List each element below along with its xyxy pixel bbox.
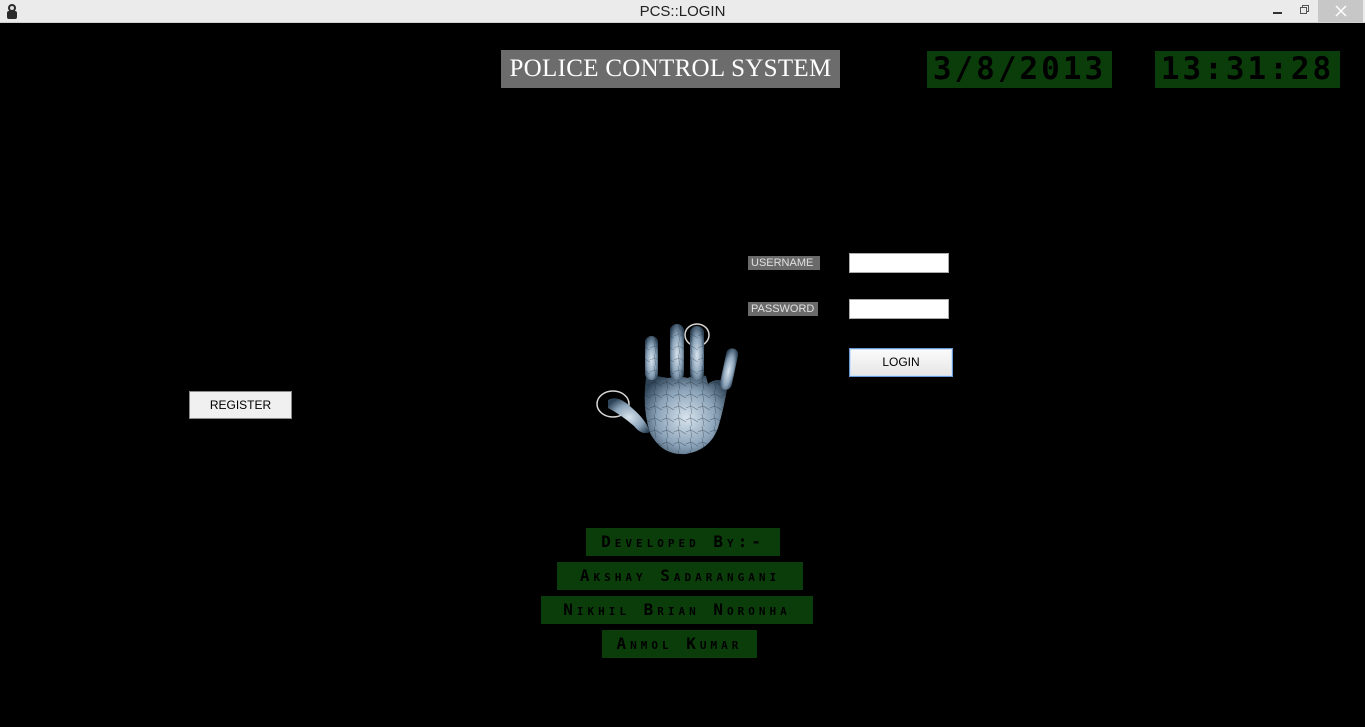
developer-name: Akshay Sadarangani: [557, 562, 803, 590]
close-button[interactable]: [1318, 0, 1363, 22]
page-title: POLICE CONTROL SYSTEM: [501, 50, 840, 88]
register-button[interactable]: REGISTER: [189, 391, 292, 419]
window-title: PCS::LOGIN: [639, 3, 726, 20]
password-input[interactable]: [849, 299, 949, 319]
password-label: PASSWORD: [748, 302, 818, 316]
time-display: 13:31:28: [1155, 51, 1340, 88]
login-window: PCS::LOGIN POLICE CONTROL SYSTEM 3/8/201…: [0, 0, 1365, 727]
title-bar: PCS::LOGIN: [0, 0, 1365, 23]
username-input[interactable]: [849, 253, 949, 273]
restore-button[interactable]: [1292, 0, 1318, 22]
minimize-button[interactable]: [1264, 0, 1292, 22]
handprint-icon: [590, 318, 760, 463]
username-label: USERNAME: [748, 256, 820, 270]
developer-name: Nikhil Brian Noronha: [541, 596, 813, 624]
date-display: 3/8/2013: [927, 51, 1112, 88]
login-button[interactable]: LOGIN: [849, 348, 953, 377]
credits-heading: Developed By:-: [586, 528, 780, 556]
developer-name: Anmol Kumar: [602, 630, 757, 658]
